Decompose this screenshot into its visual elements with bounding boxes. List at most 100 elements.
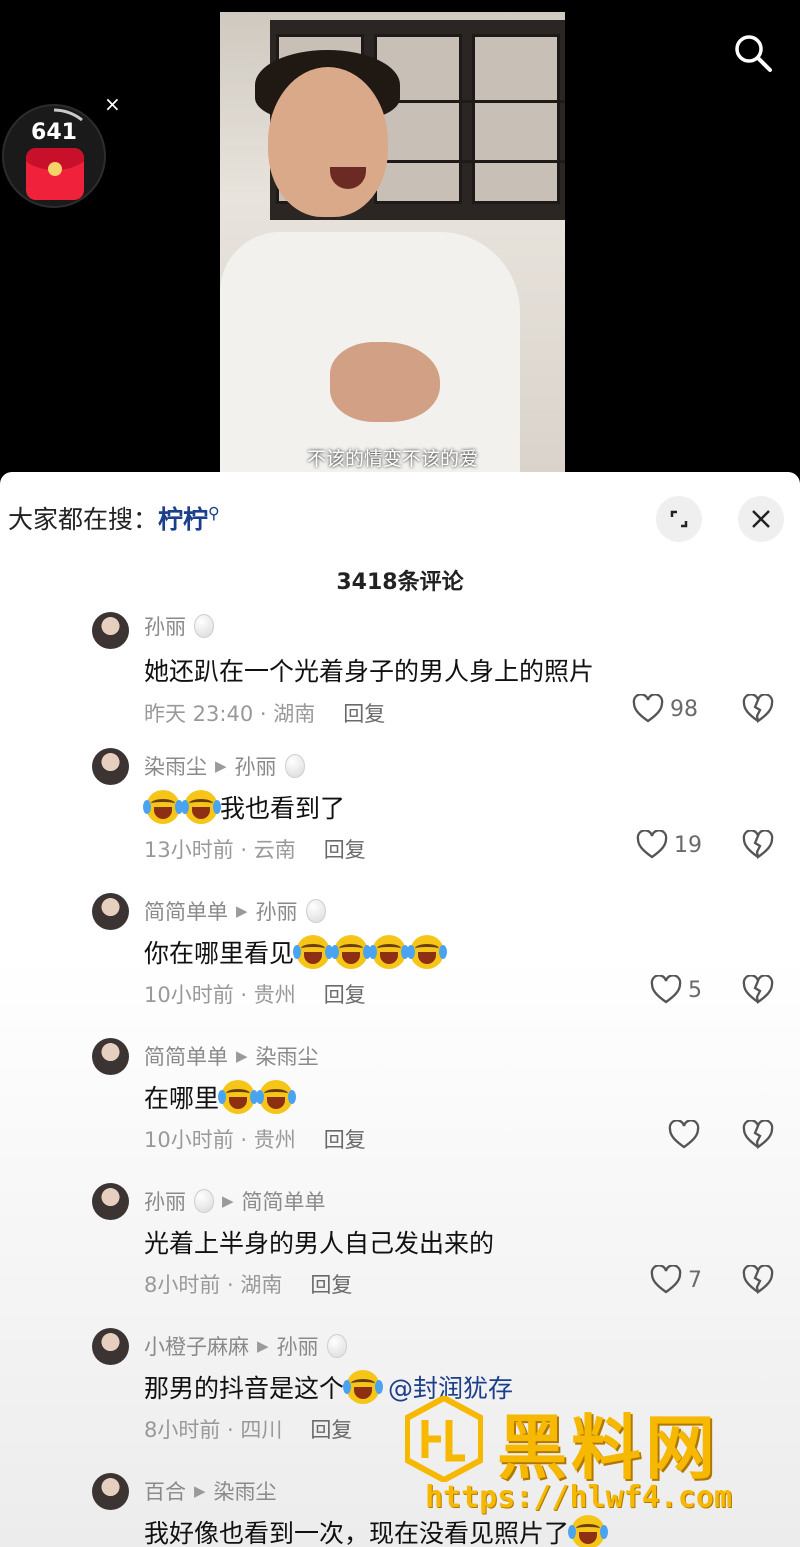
person-hand bbox=[330, 342, 440, 422]
broken-heart-icon bbox=[742, 1264, 774, 1294]
video-frame: 不该的情变不该的爱 bbox=[220, 12, 565, 472]
dislike-button[interactable] bbox=[742, 1119, 774, 1154]
avatar[interactable] bbox=[92, 612, 129, 649]
broken-heart-icon bbox=[742, 974, 774, 1004]
time-location: 昨天 23:40 · 湖南 bbox=[144, 702, 316, 726]
like-button[interactable] bbox=[668, 1120, 706, 1150]
comment-body: 她还趴在一个光着身子的男人身上的照片 bbox=[144, 657, 595, 686]
comment-meta: 13小时前 · 云南 回复 bbox=[144, 834, 366, 864]
comment-item: 染雨尘 ▶ 孙丽 我也看到了 13小时前 · 云南 回复 19 bbox=[0, 748, 800, 888]
search-icon bbox=[735, 35, 772, 72]
reply-button[interactable]: 回复 bbox=[324, 834, 366, 864]
comment-text: 在哪里 bbox=[144, 1079, 297, 1115]
close-button[interactable] bbox=[738, 496, 784, 542]
avatar[interactable] bbox=[92, 1183, 129, 1220]
egg-badge-icon bbox=[305, 899, 326, 923]
like-button[interactable]: 5 bbox=[650, 975, 702, 1005]
comment-author[interactable]: 简简单单 ▶ 染雨尘 bbox=[144, 1041, 319, 1071]
watermark-logo-icon bbox=[405, 1396, 483, 1482]
broken-heart-icon bbox=[742, 1119, 774, 1149]
time-location: 8小时前 · 湖南 bbox=[144, 1273, 283, 1297]
avatar[interactable] bbox=[92, 1038, 129, 1075]
reply-button[interactable]: 回复 bbox=[310, 1269, 352, 1299]
hot-search-bar[interactable]: 大家都在搜：柠柠⚲ bbox=[8, 500, 220, 536]
person-face bbox=[268, 67, 388, 217]
reply-arrow-icon: ▶ bbox=[236, 902, 248, 920]
author-name: 染雨尘 bbox=[144, 755, 207, 779]
comment-body: 那男的抖音是这个 bbox=[144, 1374, 345, 1403]
reply-arrow-icon: ▶ bbox=[215, 757, 227, 775]
reply-button[interactable]: 回复 bbox=[324, 1124, 366, 1154]
comment-body: 我也看到了 bbox=[220, 794, 346, 823]
avatar[interactable] bbox=[92, 748, 129, 785]
reply-arrow-icon: ▶ bbox=[222, 1192, 234, 1210]
time-location: 10小时前 · 贵州 bbox=[144, 983, 296, 1007]
hot-search-prefix: 大家都在搜： bbox=[8, 505, 159, 534]
red-packet-widget[interactable]: 641 bbox=[2, 104, 106, 208]
like-button[interactable]: 7 bbox=[650, 1265, 702, 1295]
comment-author[interactable]: 染雨尘 ▶ 孙丽 bbox=[144, 751, 305, 781]
heart-icon bbox=[668, 1120, 700, 1149]
reply-button[interactable]: 回复 bbox=[310, 1414, 352, 1444]
comment-item: 孙丽 她还趴在一个光着身子的男人身上的照片 昨天 23:40 · 湖南 回复 98 bbox=[0, 606, 800, 746]
author-name: 简简单单 bbox=[144, 1045, 228, 1069]
comment-author[interactable]: 小橙子麻麻 ▶ 孙丽 bbox=[144, 1331, 347, 1361]
dislike-button[interactable] bbox=[742, 829, 774, 864]
comment-meta: 昨天 23:40 · 湖南 回复 bbox=[144, 698, 385, 728]
dislike-button[interactable] bbox=[742, 693, 774, 728]
red-packet-close-button[interactable]: × bbox=[104, 94, 121, 114]
avatar[interactable] bbox=[92, 1328, 129, 1365]
watermark-brand: 黑料网 bbox=[497, 1407, 719, 1489]
comment-author[interactable]: 孙丽 ▶ 简简单单 bbox=[144, 1186, 326, 1216]
reply-button[interactable]: 回复 bbox=[324, 979, 366, 1009]
comment-author[interactable]: 简简单单 ▶ 孙丽 bbox=[144, 896, 326, 926]
search-button[interactable] bbox=[730, 30, 776, 76]
video-player[interactable]: 不该的情变不该的爱 641 × bbox=[0, 0, 800, 472]
comment-item: 孙丽 ▶ 简简单单 光着上半身的男人自己发出来的 8小时前 · 湖南 回复 7 bbox=[0, 1183, 800, 1323]
egg-badge-icon bbox=[194, 614, 214, 638]
comment-meta: 10小时前 · 贵州 回复 bbox=[144, 979, 366, 1009]
watermark: 黑料网 https://hlwf4.com bbox=[405, 1392, 785, 1522]
author-name: 孙丽 bbox=[144, 1190, 186, 1214]
laugh-cry-emoji-icon bbox=[218, 1080, 259, 1114]
comment-author[interactable]: 百合 ▶ 染雨尘 bbox=[144, 1476, 277, 1506]
dislike-button[interactable] bbox=[742, 1264, 774, 1299]
reply-button[interactable]: 回复 bbox=[343, 698, 385, 728]
comment-item: 简简单单 ▶ 孙丽 你在哪里看见 10小时前 · 贵州 回复 5 bbox=[0, 893, 800, 1033]
author-name: 小橙子麻麻 bbox=[144, 1335, 249, 1359]
expand-icon bbox=[670, 510, 688, 528]
broken-heart-icon bbox=[742, 829, 774, 859]
video-subtitle: 不该的情变不该的爱 bbox=[306, 448, 478, 470]
comment-author[interactable]: 孙丽 bbox=[144, 611, 214, 641]
comment-count-title: 3418条评论 bbox=[336, 570, 464, 595]
avatar[interactable] bbox=[92, 1473, 129, 1510]
like-button[interactable]: 98 bbox=[632, 694, 698, 724]
reply-target: 简简单单 bbox=[241, 1190, 326, 1214]
comment-text: 光着上半身的男人自己发出来的 bbox=[144, 1224, 494, 1260]
laugh-cry-emoji-icon bbox=[343, 1370, 384, 1404]
reply-target: 染雨尘 bbox=[255, 1045, 319, 1069]
laugh-cry-emoji-icon bbox=[293, 935, 334, 969]
egg-badge-icon bbox=[194, 1189, 214, 1213]
dislike-button[interactable] bbox=[742, 974, 774, 1009]
reply-arrow-icon: ▶ bbox=[257, 1337, 269, 1355]
time-location: 8小时前 · 四川 bbox=[144, 1418, 283, 1442]
author-name: 简简单单 bbox=[144, 900, 228, 924]
laugh-cry-emoji-icon bbox=[256, 1080, 297, 1114]
comment-text: 我也看到了 bbox=[143, 789, 346, 825]
laugh-cry-emoji-icon bbox=[331, 935, 372, 969]
cabinet-pane bbox=[472, 34, 560, 204]
heart-icon bbox=[650, 975, 682, 1004]
like-count: 7 bbox=[688, 1267, 702, 1293]
time-location: 10小时前 · 贵州 bbox=[144, 1128, 296, 1152]
expand-button[interactable] bbox=[656, 496, 702, 542]
author-name: 孙丽 bbox=[144, 615, 186, 639]
hot-search-keyword[interactable]: 柠柠 bbox=[158, 505, 208, 534]
heart-icon bbox=[636, 830, 668, 859]
like-count: 19 bbox=[674, 832, 702, 858]
reply-target: 染雨尘 bbox=[213, 1480, 277, 1504]
avatar[interactable] bbox=[92, 893, 129, 930]
like-button[interactable]: 19 bbox=[636, 830, 702, 860]
comment-meta: 8小时前 · 湖南 回复 bbox=[144, 1269, 352, 1299]
time-location: 13小时前 · 云南 bbox=[144, 838, 296, 862]
